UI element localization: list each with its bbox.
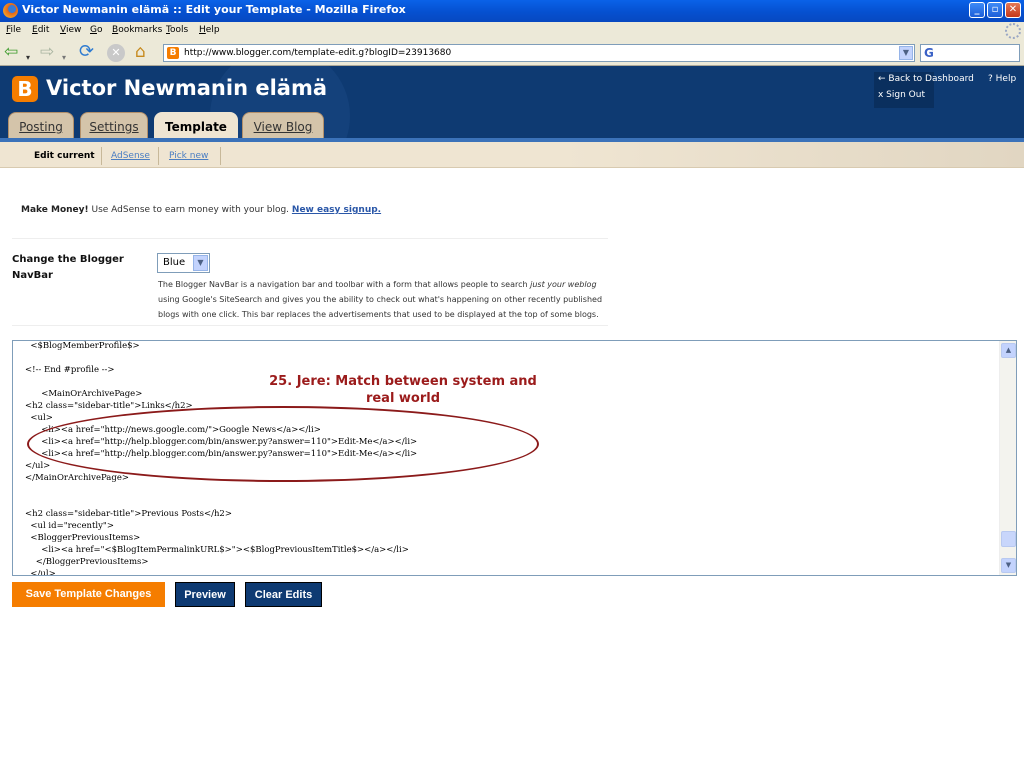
address-bar[interactable]: B http://www.blogger.com/template-edit.g… (163, 44, 915, 62)
divider (12, 325, 608, 326)
forward-arrow-icon[interactable]: ⇨ (40, 43, 54, 61)
annotation-text: 25. Jere: Match between system and real … (269, 374, 537, 406)
subtab-adsense[interactable]: AdSense (111, 151, 150, 161)
chevron-down-icon[interactable]: ▼ (193, 255, 208, 271)
blogger-header: B Victor Newmanin elämä ← Back to Dashbo… (0, 66, 1024, 138)
menu-go[interactable]: Go (90, 25, 103, 35)
save-template-button[interactable]: Save Template Changes (12, 582, 165, 607)
tab-settings[interactable]: Settings (80, 112, 148, 138)
menu-edit[interactable]: Edit (32, 25, 49, 35)
menu-file[interactable]: File (6, 25, 21, 35)
adsense-promo: Make Money! Use AdSense to earn money wi… (21, 205, 381, 215)
menu-help[interactable]: Help (199, 25, 220, 35)
subtab-separator (220, 147, 221, 165)
adsense-promo-lead: Make Money! (21, 205, 89, 215)
search-box[interactable]: G (920, 44, 1020, 62)
navigation-toolbar: ⇦ ▾ ⇨ ▾ ⟳ ✕ ⌂ B http://www.blogger.com/t… (0, 40, 1024, 66)
window-title: Victor Newmanin elämä :: Edit your Templ… (22, 3, 406, 16)
maximize-button[interactable]: ▫ (987, 2, 1003, 18)
adsense-promo-text: Use AdSense to earn money with your blog… (88, 205, 292, 215)
throbber-icon (1005, 23, 1021, 39)
menu-bookmarks[interactable]: Bookmarks (112, 25, 162, 35)
subtab-separator (158, 147, 159, 165)
subtab-edit-current[interactable]: Edit current (34, 151, 95, 161)
sign-out-link[interactable]: x Sign Out (878, 90, 925, 100)
reload-icon[interactable]: ⟳ (79, 43, 94, 61)
subtab-pick-new[interactable]: Pick new (169, 151, 208, 161)
blog-title: Victor Newmanin elämä (46, 76, 328, 100)
window-titlebar: Victor Newmanin elämä :: Edit your Templ… (0, 0, 1024, 22)
blogger-favicon-icon: B (167, 47, 179, 59)
scroll-thumb[interactable] (1001, 531, 1016, 547)
address-url[interactable]: http://www.blogger.com/template-edit.g?b… (184, 48, 451, 58)
home-icon[interactable]: ⌂ (135, 43, 146, 61)
back-arrow-icon[interactable]: ⇦ (4, 43, 18, 61)
divider (12, 238, 608, 239)
tab-template[interactable]: Template (154, 112, 238, 138)
close-window-button[interactable]: ✕ (1005, 2, 1021, 18)
navbar-desc-part: The Blogger NavBar is a navigation bar a… (158, 280, 531, 289)
menu-bar: File Edit View Go Bookmarks Tools Help (0, 22, 1024, 40)
scroll-down-icon[interactable]: ▼ (1001, 558, 1016, 573)
google-search-icon[interactable]: G (924, 46, 934, 60)
stop-icon[interactable]: ✕ (107, 44, 125, 62)
scroll-up-icon[interactable]: ▲ (1001, 343, 1016, 358)
forward-history-dropdown-icon[interactable]: ▾ (62, 49, 66, 67)
blogger-logo-icon[interactable]: B (12, 76, 38, 102)
menu-view[interactable]: View (60, 25, 81, 35)
back-history-dropdown-icon[interactable]: ▾ (26, 49, 30, 67)
navbar-color-select[interactable]: Blue ▼ (157, 253, 210, 273)
navbar-desc-part: using Google's SiteSearch and gives you … (158, 295, 603, 319)
account-links: ← Back to Dashboard ? Help x Sign Out (874, 72, 1024, 108)
firefox-icon (3, 3, 18, 18)
navbar-desc-emphasis: just your weblog (530, 280, 597, 289)
adsense-signup-link[interactable]: New easy signup. (292, 205, 381, 215)
address-dropdown-icon[interactable]: ▼ (899, 46, 913, 60)
clear-edits-button[interactable]: Clear Edits (245, 582, 322, 607)
subtab-bar: Edit current AdSense Pick new (0, 142, 1024, 168)
back-to-dashboard-link[interactable]: ← Back to Dashboard (878, 74, 974, 84)
help-link[interactable]: ? Help (988, 74, 1016, 84)
menu-tools[interactable]: Tools (166, 25, 188, 35)
subtab-separator (101, 147, 102, 165)
navbar-setting-label: Change the Blogger NavBar (12, 254, 124, 281)
navbar-setting-description: The Blogger NavBar is a navigation bar a… (158, 277, 608, 322)
tab-view-blog[interactable]: View Blog (242, 112, 324, 138)
annotation-ellipse (27, 406, 539, 482)
preview-button[interactable]: Preview (175, 582, 235, 607)
navbar-color-value[interactable]: Blue (163, 257, 185, 268)
editor-scrollbar[interactable]: ▲ ▼ (999, 341, 1016, 575)
tab-posting[interactable]: Posting (8, 112, 74, 138)
minimize-button[interactable]: _ (969, 2, 985, 18)
